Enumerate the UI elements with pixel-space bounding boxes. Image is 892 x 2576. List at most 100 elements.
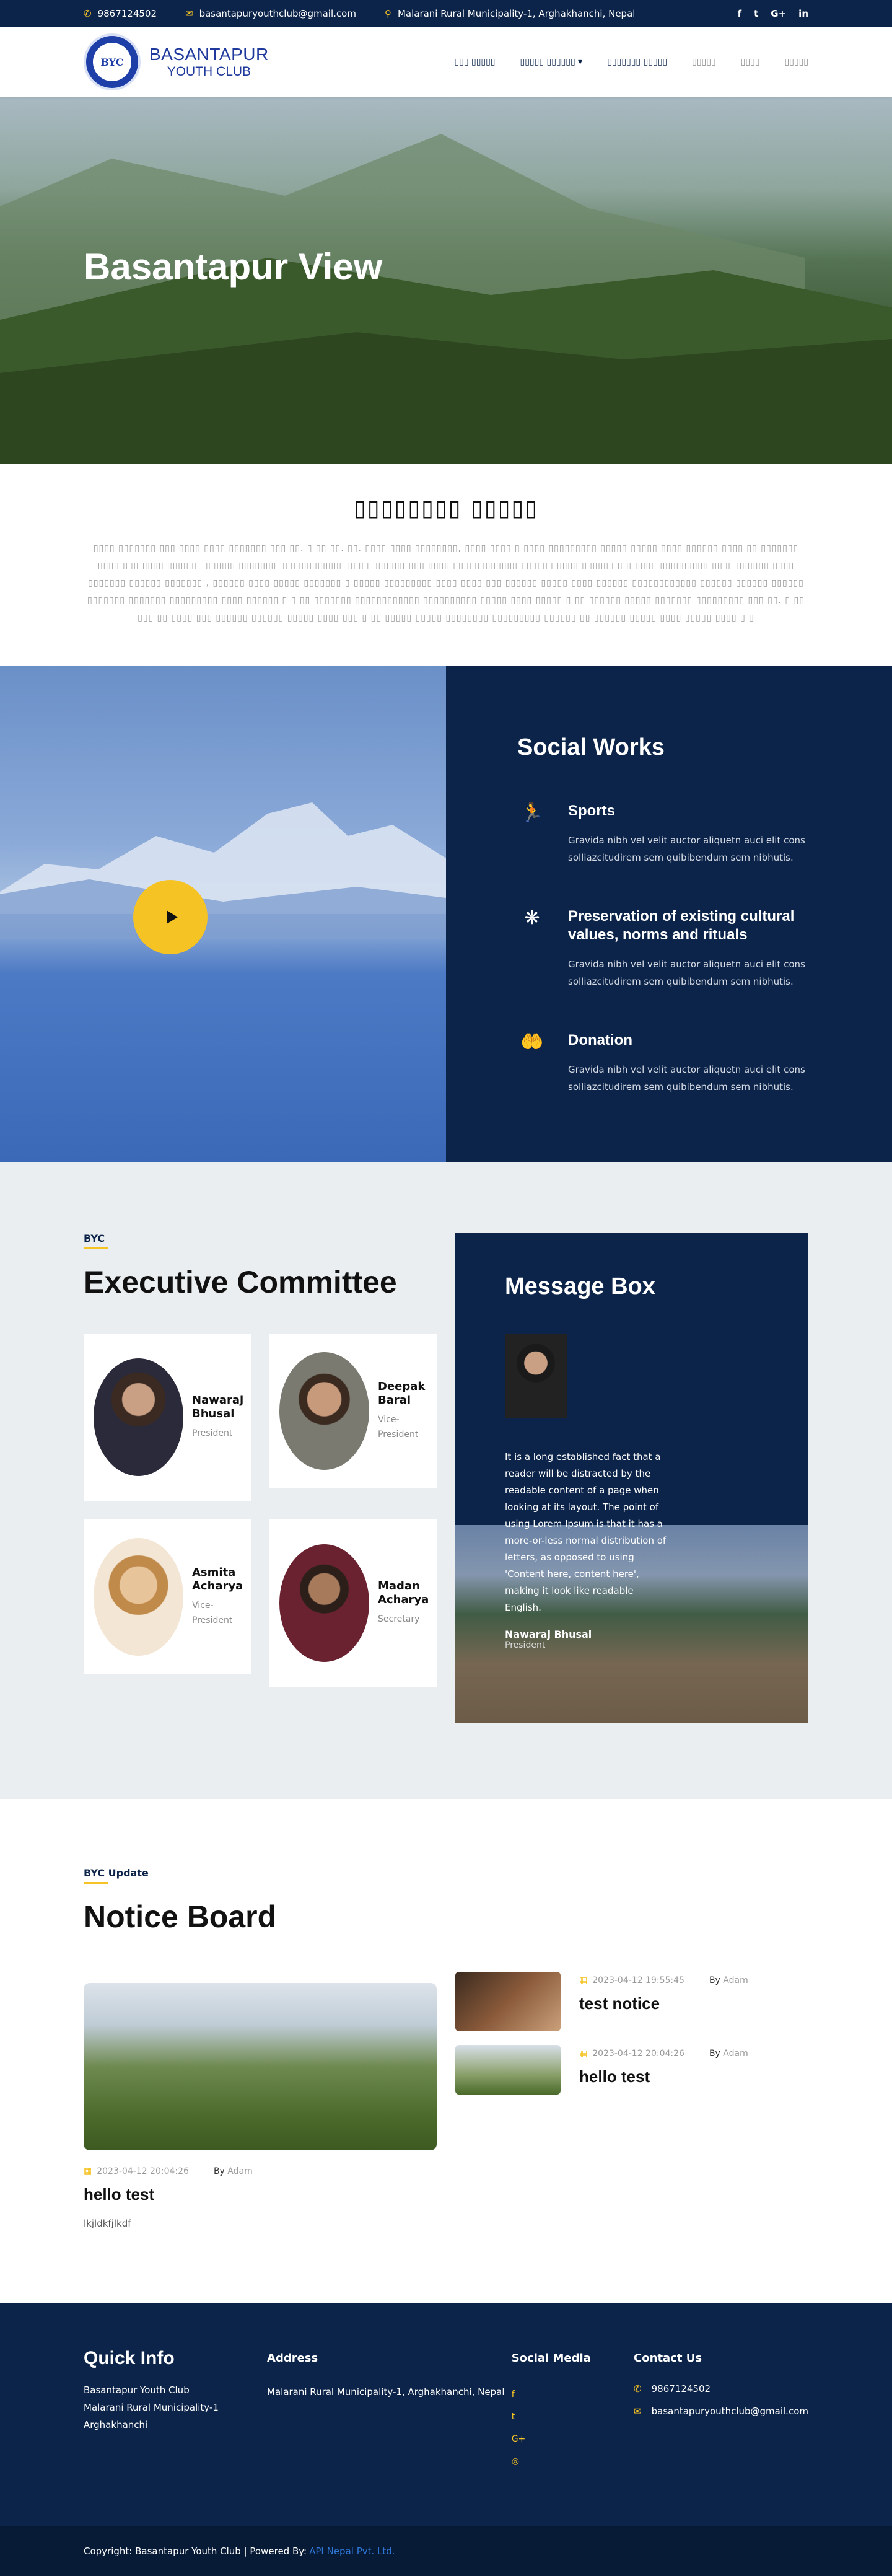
work-item-text: Gravida nibh vel velit auctor aliquetn a…	[568, 835, 805, 863]
facebook-icon[interactable]: f	[738, 8, 742, 19]
notice-heading[interactable]: hello test	[84, 2185, 437, 2204]
notice-main-card[interactable]: ▦ 2023-04-12 20:04:26 By Adam hello test…	[84, 1972, 437, 2229]
topbar-email[interactable]: ✉ basantapuryouthclub@gmail.com	[185, 8, 356, 19]
by-label: By	[709, 1976, 720, 1985]
culture-icon: ❋	[524, 907, 540, 929]
avatar	[94, 1358, 183, 1476]
footer-quick-text: Basantapur Youth Club Malarani Rural Mun…	[84, 2385, 219, 2430]
main-nav: ▯▯▯ ▯▯▯▯▯ ▯▯▯▯▯ ▯▯▯▯▯▯ ▾ ▯▯▯▯▯▯▯ ▯▯▯▯▯ ▯…	[454, 57, 808, 67]
location-pin-icon: ⚲	[384, 8, 391, 19]
topbar-phone[interactable]: ✆ 9867124502	[84, 8, 157, 19]
footer-phone[interactable]: ✆ 9867124502	[634, 2383, 808, 2394]
member-name: Asmita Acharya	[192, 1566, 243, 1593]
member-card[interactable]: Madan Acharya Secretary	[269, 1519, 437, 1687]
member-role: Vice-President	[192, 1601, 233, 1625]
notice-author: Adam	[723, 1976, 748, 1985]
twitter-icon[interactable]: t	[512, 2406, 634, 2428]
notice-meta: ▦ 2023-04-12 19:55:45 By Adam	[579, 1976, 748, 1985]
copyright-bar: Copyright: Basantapur Youth Club | Power…	[0, 2526, 892, 2576]
nav-item-contact[interactable]: ▯▯▯▯▯	[784, 57, 808, 67]
twitter-icon[interactable]: t	[754, 8, 758, 19]
calendar-icon: ▦	[579, 1976, 588, 1985]
message-text: It is a long established fact that a rea…	[505, 1451, 667, 1613]
social-works-section: Social Works 🏃 Sports Gravida nibh vel v…	[0, 666, 892, 1162]
envelope-icon: ✉	[634, 2406, 642, 2417]
committee-column: BYC Executive Committee Nawaraj Bhusal P…	[84, 1233, 437, 1723]
footer-social: Social Media f t G+ ◎	[512, 2352, 634, 2473]
notice-heading[interactable]: test notice	[579, 1994, 748, 2013]
work-item-text: Gravida nibh vel velit auctor aliquetn a…	[568, 959, 805, 987]
video-panel	[0, 666, 446, 1162]
by-label: By	[709, 2049, 720, 2059]
about-body: ▯▯▯▯ ▯▯▯▯▯▯▯ ▯▯▯ ▯▯▯▯ ▯▯▯▯ ▯▯▯▯▯▯▯ ▯▯▯ ▯…	[87, 543, 805, 623]
footer-quick-title: Quick Info	[84, 2348, 175, 2368]
member-name: Nawaraj Bhusal	[192, 1394, 244, 1420]
logo-text: BASANTAPUR YOUTH CLUB	[149, 45, 269, 79]
google-plus-icon[interactable]: G+	[512, 2428, 634, 2450]
notice-side-list: ▦ 2023-04-12 19:55:45 By Adam test notic…	[455, 1972, 748, 2229]
notice-author: Adam	[723, 2049, 748, 2059]
nav-item-home[interactable]: ▯▯▯ ▯▯▯▯▯	[454, 57, 495, 67]
notice-title: Notice Board	[84, 1899, 277, 1934]
google-plus-icon[interactable]: G+	[771, 8, 786, 19]
notice-date: 2023-04-12 20:04:26	[97, 2166, 189, 2176]
notice-side-item[interactable]: ▦ 2023-04-12 19:55:45 By Adam test notic…	[455, 1972, 748, 2031]
linkedin-icon[interactable]: in	[798, 8, 808, 19]
notice-body: lkjldkfjlkdf	[84, 2218, 131, 2229]
member-name: Madan Acharya	[378, 1580, 429, 1606]
about-title: ▯▯▯▯▯▯▯▯ ▯▯▯▯▯	[353, 496, 539, 521]
footer-contact: Contact Us ✆ 9867124502 ✉ basantapuryout…	[634, 2352, 808, 2473]
member-card[interactable]: Asmita Acharya Vice-President	[84, 1519, 251, 1674]
phone-icon: ✆	[84, 8, 92, 19]
logo-emblem: BYC	[84, 33, 141, 90]
member-role: President	[192, 1428, 233, 1438]
footer-email[interactable]: ✉ basantapuryouthclub@gmail.com	[634, 2406, 808, 2417]
site-logo[interactable]: BYC BASANTAPUR YOUTH CLUB	[84, 33, 269, 90]
chevron-down-icon: ▾	[578, 57, 583, 67]
play-icon	[166, 910, 178, 924]
notice-heading[interactable]: hello test	[579, 2067, 748, 2086]
notice-date: 2023-04-12 19:55:45	[592, 1976, 684, 1985]
committee-section: BYC Executive Committee Nawaraj Bhusal P…	[0, 1162, 892, 1799]
donation-icon: 🤲	[520, 1031, 544, 1053]
notice-side-item[interactable]: ▦ 2023-04-12 20:04:26 By Adam hello test	[455, 2045, 748, 2095]
powered-by-link[interactable]: API Nepal Pvt. Ltd.	[309, 2546, 395, 2557]
avatar	[279, 1352, 369, 1470]
work-item-sports: 🏃 Sports Gravida nibh vel velit auctor a…	[517, 802, 892, 866]
message-author-role: President	[505, 1640, 546, 1650]
calendar-icon: ▦	[579, 2049, 588, 2059]
instagram-icon[interactable]: ◎	[512, 2450, 634, 2473]
work-item-title: Donation	[568, 1032, 632, 1048]
message-box-title: Message Box	[505, 1273, 655, 1299]
topbar-address: ⚲ Malarani Rural Municipality-1, Arghakh…	[384, 8, 636, 19]
notice-meta: ▦ 2023-04-12 20:04:26 By Adam	[579, 2049, 748, 2059]
notice-author: Adam	[227, 2166, 253, 2176]
calendar-icon: ▦	[84, 2166, 92, 2176]
work-item-title: Sports	[568, 802, 616, 819]
nav-item-members[interactable]: ▯▯▯▯▯▯▯ ▯▯▯▯▯	[607, 57, 667, 67]
hero-title: Basantapur View	[84, 246, 383, 288]
topbar-social: f t G+ in	[738, 8, 808, 19]
runner-icon: 🏃	[520, 802, 544, 824]
member-grid: Nawaraj Bhusal President Deepak Baral Vi…	[84, 1334, 437, 1687]
top-bar: ✆ 9867124502 ✉ basantapuryouthclub@gmail…	[0, 0, 892, 27]
facebook-icon[interactable]: f	[512, 2383, 634, 2406]
footer-quick-info: Quick Info Basantapur Youth Club Malaran…	[84, 2348, 267, 2473]
notice-thumbnail	[455, 1972, 561, 2031]
hero-banner: Basantapur View	[0, 97, 892, 464]
member-card[interactable]: Deepak Baral Vice-President	[269, 1334, 437, 1488]
nav-item-about[interactable]: ▯▯▯▯▯ ▯▯▯▯▯▯ ▾	[520, 57, 583, 67]
notice-thumbnail	[455, 2045, 561, 2095]
play-video-button[interactable]	[133, 880, 208, 954]
logo-line2: YOUTH CLUB	[167, 64, 251, 79]
message-author: Nawaraj Bhusal	[505, 1629, 592, 1640]
member-card[interactable]: Nawaraj Bhusal President	[84, 1334, 251, 1501]
nav-item-notice[interactable]: ▯▯▯▯	[741, 57, 760, 67]
logo-badge: BYC	[93, 43, 131, 81]
section-tag: BYC Update	[84, 1867, 149, 1884]
nav-item-gallery[interactable]: ▯▯▯▯▯	[692, 57, 716, 67]
section-tag: BYC	[84, 1233, 109, 1249]
footer-social-title: Social Media	[511, 2352, 591, 2365]
logo-line1: BASANTAPUR	[149, 45, 269, 64]
notice-image	[84, 1983, 437, 2150]
